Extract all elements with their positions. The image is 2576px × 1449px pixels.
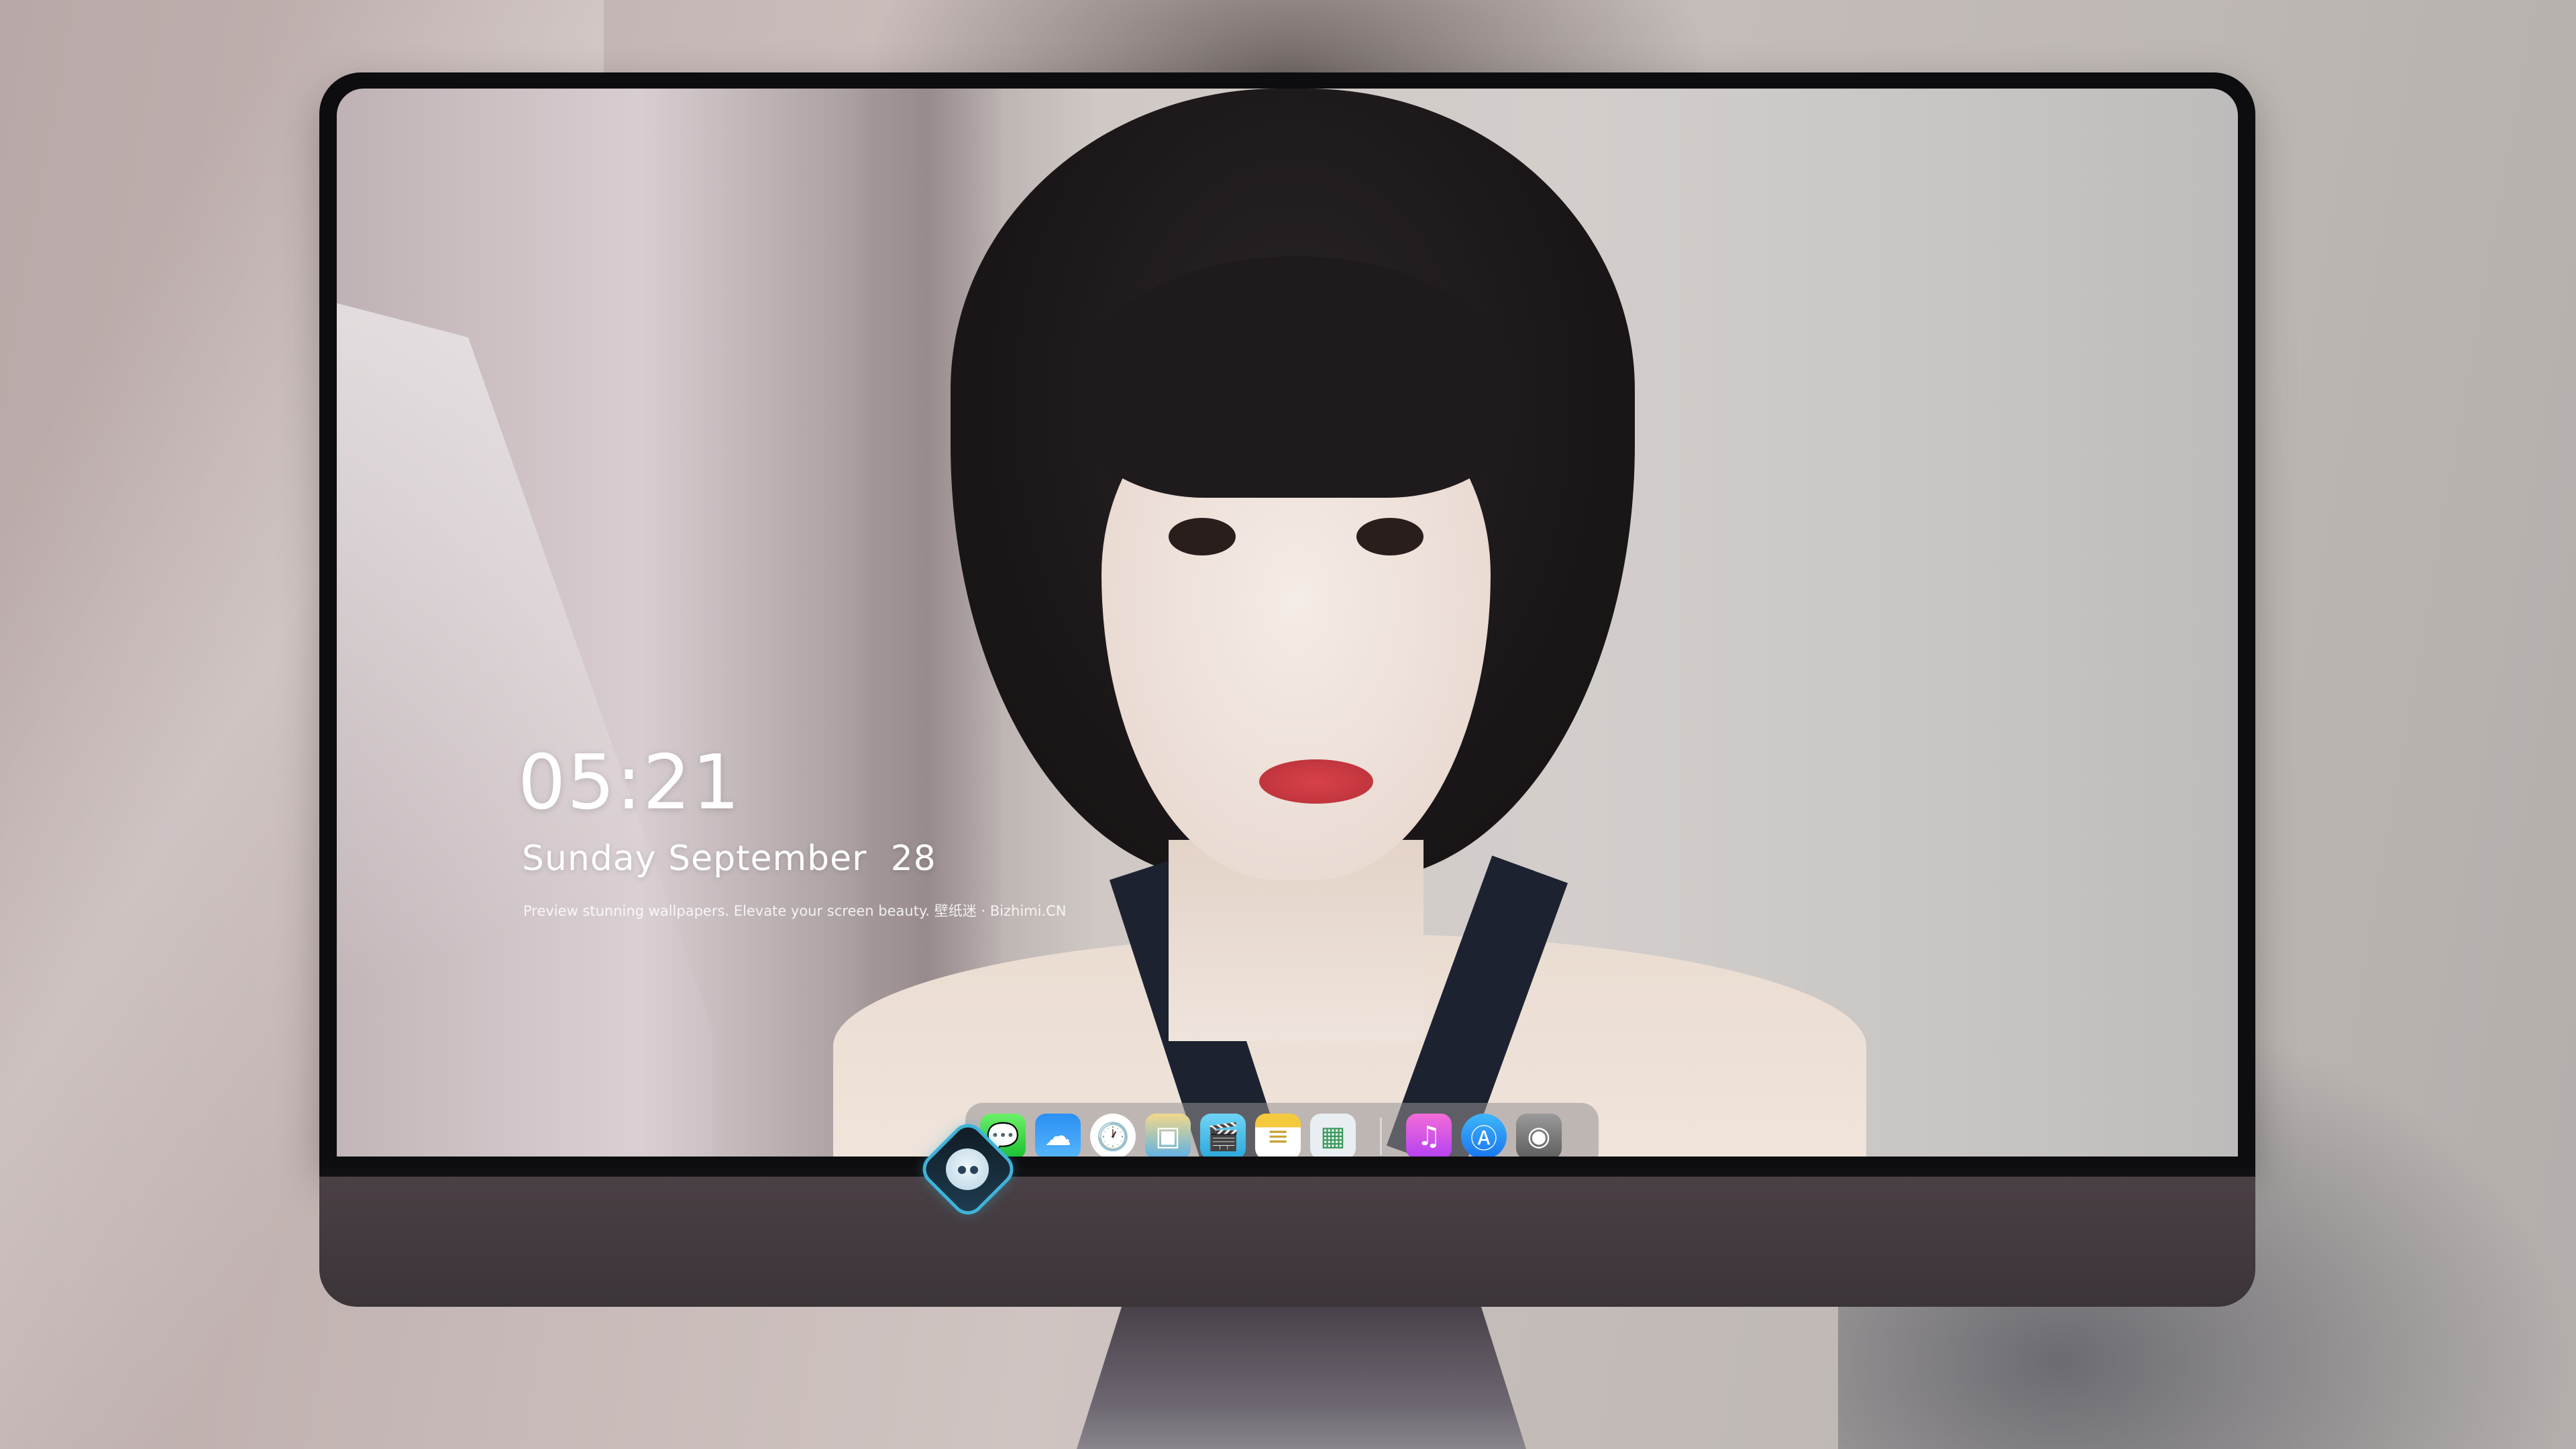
photos-icon[interactable]: ▦ (1310, 1114, 1356, 1157)
dock-glyph: 🎬 (1206, 1121, 1240, 1152)
notes-icon[interactable]: ≡ (1255, 1114, 1301, 1157)
dock-glyph: ♫ (1417, 1121, 1441, 1152)
video-icon[interactable]: 🎬 (1200, 1114, 1246, 1157)
wallpaper-figure-eye (1169, 518, 1236, 555)
camera-icon[interactable]: ◉ (1516, 1114, 1562, 1157)
music-icon[interactable]: ♫ (1406, 1114, 1452, 1157)
brand-logo-eye (970, 1166, 978, 1174)
clock-icon[interactable]: 🕐 (1090, 1114, 1136, 1157)
monitor-chin (319, 1167, 2255, 1307)
dock-glyph: ☁ (1044, 1121, 1071, 1152)
dock-glyph: 🕐 (1096, 1121, 1130, 1152)
preview-icon[interactable]: ▣ (1145, 1114, 1191, 1157)
wallpaper-light (337, 303, 712, 1157)
monitor-stand (1077, 1307, 1526, 1449)
dock-glyph: ◉ (1527, 1121, 1551, 1152)
wallpaper-figure-lips (1259, 759, 1373, 804)
dock-separator (1380, 1118, 1382, 1155)
monitor: 05:21 Sunday September 28 Preview stunni… (319, 72, 2255, 1307)
lockscreen-date: Sunday September 28 (522, 839, 936, 879)
screen: 05:21 Sunday September 28 Preview stunni… (337, 89, 2238, 1157)
lockscreen-time: 05:21 (518, 739, 741, 826)
dock-glyph: ≡ (1267, 1121, 1289, 1152)
dock-glyph: Ⓐ (1470, 1124, 1497, 1155)
dock: 💬 ☁ 🕐 ▣ 🎬 ≡ ▦ ♫ Ⓐ ◉ (965, 1103, 1599, 1157)
app-store-icon[interactable]: Ⓐ (1461, 1114, 1507, 1157)
dock-glyph: ▣ (1155, 1121, 1181, 1152)
dock-glyph: ▦ (1320, 1121, 1346, 1152)
wallpaper-figure-eye (1356, 518, 1424, 555)
brand-logo-eye (958, 1166, 966, 1174)
brand-logo-mascot-icon (946, 1148, 989, 1190)
lockscreen-tagline: Preview stunning wallpapers. Elevate you… (523, 903, 1067, 919)
weather-icon[interactable]: ☁ (1035, 1114, 1081, 1157)
